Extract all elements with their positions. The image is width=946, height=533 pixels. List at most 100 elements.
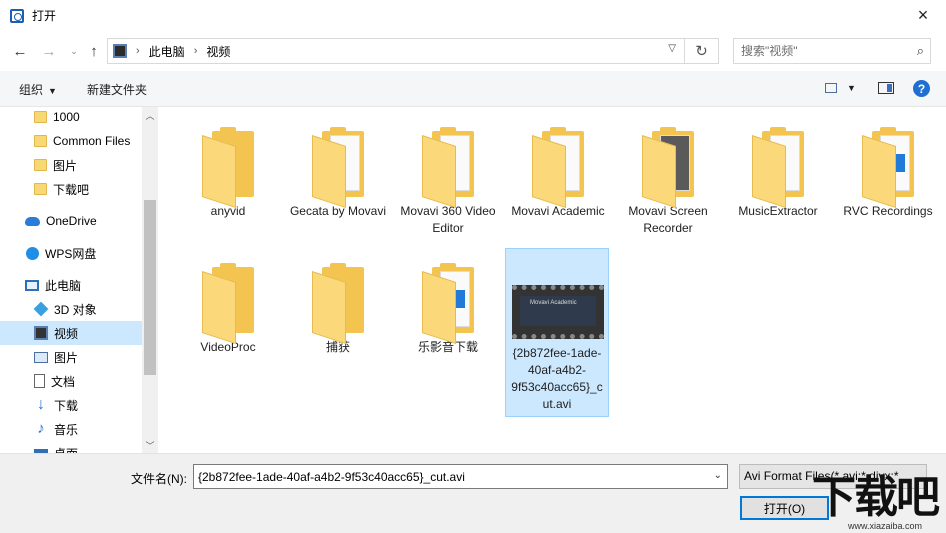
watermark-text: 下载吧 <box>812 472 940 523</box>
search-icon[interactable]: ⌕ <box>917 43 924 59</box>
music-icon: ♪ <box>37 420 45 437</box>
folder-icon <box>726 115 830 209</box>
up-icon[interactable]: ↑ <box>84 40 104 62</box>
command-toolbar: 组织 ▼ 新建文件夹 ▼ ? <box>0 71 946 107</box>
search-box[interactable]: ⌕ <box>733 38 931 64</box>
sidebar-item-label: WPS网盘 <box>45 246 97 261</box>
file-item-capture[interactable]: 捕获 <box>286 251 390 356</box>
file-item-musicextractor[interactable]: MusicExtractor <box>726 115 830 220</box>
wps-cloud-icon <box>26 246 39 260</box>
sidebar-item-label: 图片 <box>53 158 78 173</box>
sidebar-item-onedrive[interactable]: OneDrive <box>0 209 142 233</box>
sidebar-item-label: 下载 <box>54 398 79 413</box>
sidebar-item-videos[interactable]: 视频 <box>0 321 142 345</box>
folder-icon <box>616 115 720 209</box>
filename-label: 文件名(N): <box>131 472 187 486</box>
file-list: anyvid Gecata by Movavi Movavi 360 Video… <box>160 107 946 453</box>
sidebar-item-wps-cloud[interactable]: WPS网盘 <box>0 241 142 265</box>
chevron-down-icon[interactable]: ▽ <box>668 43 676 54</box>
file-item-movavi-academic[interactable]: Movavi Academic <box>506 115 610 220</box>
video-folder-icon <box>113 44 127 58</box>
sidebar-item-documents[interactable]: 文档 <box>0 369 142 393</box>
app-icon <box>10 8 24 23</box>
sidebar-item-pictures-folder[interactable]: 图片 <box>0 153 142 177</box>
folder-icon <box>176 251 280 345</box>
watermark-logo: 下载吧 www.xiazaiba.com <box>808 472 946 533</box>
file-name: {2b872fee-1ade-40af-a4b2-9f53c40acc65}_c… <box>511 346 603 411</box>
forward-icon[interactable]: → <box>39 40 59 62</box>
sidebar-item-label: 音乐 <box>54 422 79 437</box>
sidebar-item-desktop[interactable]: 桌面 <box>0 441 142 453</box>
chevron-down-icon[interactable]: ⌄ <box>714 470 722 481</box>
file-item-movavi-360[interactable]: Movavi 360 Video Editor <box>396 115 500 237</box>
breadcrumb-this-pc[interactable]: 此电脑 <box>149 43 185 60</box>
sidebar-item-downloads[interactable]: ↓ 下载 <box>0 393 142 417</box>
file-name: Movavi 360 Video Editor <box>400 204 496 235</box>
folder-icon <box>836 115 940 209</box>
file-item-cut-avi[interactable]: Movavi Academic {2b872fee-1ade-40af-a4b2… <box>505 248 609 417</box>
pictures-icon <box>34 351 48 363</box>
file-item-rvc-recordings[interactable]: RVC Recordings <box>836 115 940 220</box>
search-input[interactable] <box>741 44 906 58</box>
preview-pane-icon[interactable] <box>878 82 894 94</box>
back-icon[interactable]: ← <box>10 40 30 62</box>
sidebar-item-music[interactable]: ♪ 音乐 <box>0 417 142 441</box>
folder-icon <box>34 135 47 147</box>
folder-icon <box>286 115 390 209</box>
organize-label: 组织 <box>19 83 44 97</box>
file-name-bar: 文件名(N): ⌄ Avi Format Files(*.avi;*.divx;… <box>0 453 946 533</box>
organize-button[interactable]: 组织 ▼ <box>19 81 57 98</box>
caret-down-icon: ▼ <box>48 86 57 96</box>
sidebar-item-pictures[interactable]: 图片 <box>0 345 142 369</box>
help-icon[interactable]: ? <box>913 80 930 97</box>
sidebar-item-common-files[interactable]: Common Files <box>0 129 142 153</box>
sidebar-item-3d-objects[interactable]: 3D 对象 <box>0 297 142 321</box>
sidebar-item-1000[interactable]: 1000 <box>0 107 142 129</box>
filename-combobox[interactable]: ⌄ <box>193 464 728 489</box>
file-item-leyingyin-download[interactable]: 乐影音下载 <box>396 251 500 356</box>
sidebar-item-label: Common Files <box>53 134 131 148</box>
sidebar-scrollbar[interactable]: ︿ ﹀ <box>142 107 158 453</box>
sidebar-item-xiazaiba[interactable]: 下载吧 <box>0 177 142 201</box>
new-folder-button[interactable]: 新建文件夹 <box>87 81 147 98</box>
title-bar: 打开 × <box>0 0 946 31</box>
caret-down-icon[interactable]: ▼ <box>847 83 856 93</box>
filename-input[interactable] <box>198 469 703 484</box>
file-item-gecata[interactable]: Gecata by Movavi <box>286 115 390 220</box>
chevron-right-icon[interactable]: › <box>136 45 140 57</box>
address-bar[interactable]: › 此电脑 › 视频 ▽ <box>107 38 685 64</box>
cube-icon <box>33 301 49 317</box>
scrollbar-thumb[interactable] <box>144 200 156 375</box>
file-item-videoproc[interactable]: VideoProc <box>176 251 280 356</box>
sidebar-item-label: 图片 <box>54 350 79 365</box>
refresh-icon[interactable]: ↻ <box>685 38 719 64</box>
folder-icon <box>506 115 610 209</box>
recent-locations-icon[interactable]: ⌄ <box>64 40 84 62</box>
cloud-icon <box>25 216 40 226</box>
scroll-up-icon[interactable]: ︿ <box>142 107 158 123</box>
computer-icon <box>25 279 39 291</box>
documents-icon <box>34 374 45 388</box>
view-mode-icon[interactable] <box>825 83 837 93</box>
chevron-right-icon[interactable]: › <box>194 45 198 57</box>
video-thumb-caption: Movavi Academic <box>520 296 596 326</box>
file-name: Movavi Screen Recorder <box>628 204 708 235</box>
sidebar-item-label: 视频 <box>54 326 79 341</box>
download-icon: ↓ <box>37 396 45 413</box>
scroll-down-icon[interactable]: ﹀ <box>142 437 158 453</box>
folder-icon <box>286 251 390 345</box>
folder-icon <box>34 159 47 171</box>
breadcrumb-videos[interactable]: 视频 <box>206 43 230 60</box>
close-button[interactable]: × <box>900 0 946 31</box>
folder-icon <box>34 183 47 195</box>
sidebar-item-label: 下载吧 <box>53 182 90 197</box>
file-item-anyvid[interactable]: anyvid <box>176 115 280 220</box>
sidebar-item-label: 此电脑 <box>45 278 82 293</box>
sidebar-item-this-pc[interactable]: 此电脑 <box>0 273 142 297</box>
file-item-movavi-screen-recorder[interactable]: Movavi Screen Recorder <box>616 115 720 237</box>
folder-icon <box>176 115 280 209</box>
sidebar-item-label: 桌面 <box>54 445 78 454</box>
watermark-url: www.xiazaiba.com <box>848 521 923 531</box>
folder-icon <box>34 111 47 123</box>
sidebar-item-label: 3D 对象 <box>54 302 97 317</box>
